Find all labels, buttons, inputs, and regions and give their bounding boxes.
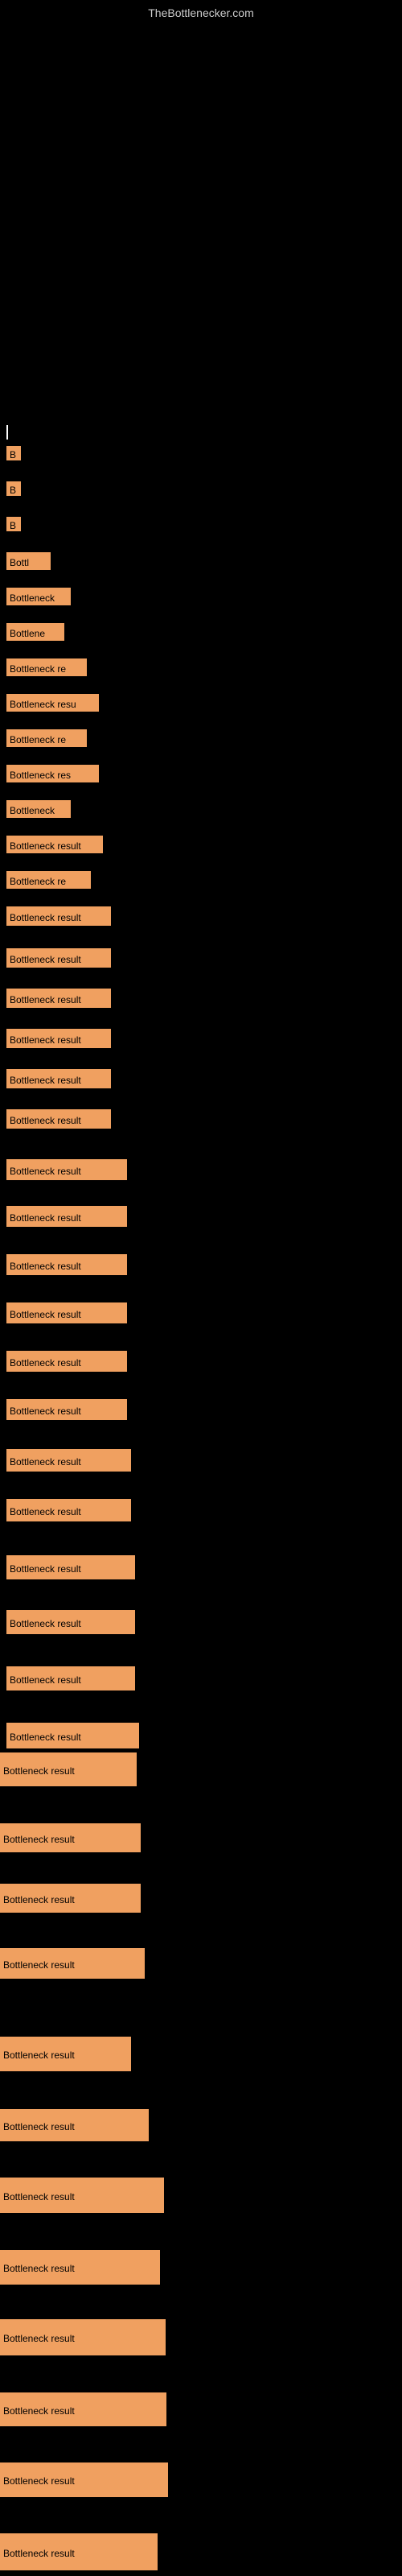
bottleneck-result-item[interactable]: Bottleneck result xyxy=(6,1302,127,1323)
bottleneck-result-item[interactable]: Bottleneck result xyxy=(6,1399,127,1420)
bottleneck-result-item[interactable]: Bottleneck result xyxy=(0,2533,158,2570)
bottleneck-result-item[interactable]: Bottleneck result xyxy=(6,1109,111,1129)
bottleneck-result-item[interactable]: Bottleneck result xyxy=(0,2392,166,2426)
bottleneck-result-item[interactable]: Bottleneck result xyxy=(0,2319,166,2355)
bottleneck-result-item[interactable]: Bottleneck result xyxy=(6,1069,111,1088)
bottleneck-result-item[interactable]: Bottleneck result xyxy=(0,1752,137,1786)
bottleneck-result-item[interactable]: Bottleneck result xyxy=(6,1499,131,1521)
bottleneck-result-item[interactable]: B xyxy=(6,517,21,531)
bottleneck-result-item[interactable]: Bottleneck result xyxy=(0,2178,164,2213)
site-title: TheBottlenecker.com xyxy=(148,6,254,19)
bottleneck-result-item[interactable]: Bottleneck result xyxy=(6,1159,127,1180)
bottleneck-result-item[interactable]: Bottleneck re xyxy=(6,658,87,676)
bottleneck-result-item[interactable]: Bottleneck result xyxy=(6,1254,127,1275)
bottleneck-result-item[interactable]: B xyxy=(6,446,21,460)
bottleneck-result-item[interactable]: Bottleneck result xyxy=(6,1029,111,1048)
bottleneck-result-item[interactable]: Bottleneck resu xyxy=(6,694,99,712)
bottleneck-result-item[interactable]: B xyxy=(6,481,21,496)
bottleneck-result-item[interactable]: Bottleneck xyxy=(6,588,71,605)
bottleneck-result-item[interactable]: Bottleneck result xyxy=(6,1666,135,1690)
cursor-line xyxy=(6,425,8,440)
bottleneck-result-item[interactable]: Bottleneck re xyxy=(6,871,91,889)
bottleneck-result-item[interactable]: Bottleneck result xyxy=(6,836,103,853)
bottleneck-result-item[interactable]: Bottleneck result xyxy=(6,989,111,1008)
bottleneck-result-item[interactable]: Bottleneck result xyxy=(0,1823,141,1852)
bottleneck-result-item[interactable]: Bottleneck result xyxy=(0,2250,160,2285)
bottleneck-result-item[interactable]: Bottleneck result xyxy=(6,906,111,926)
bottleneck-result-item[interactable]: Bottleneck result xyxy=(6,1610,135,1634)
bottleneck-result-item[interactable]: Bottlene xyxy=(6,623,64,641)
bottleneck-result-item[interactable]: Bottleneck result xyxy=(0,1884,141,1913)
bottleneck-result-item[interactable]: Bottleneck result xyxy=(6,1206,127,1227)
bottleneck-result-item[interactable]: Bottleneck xyxy=(6,800,71,818)
bottleneck-result-item[interactable]: Bottleneck result xyxy=(6,948,111,968)
bottleneck-result-item[interactable]: Bottleneck res xyxy=(6,765,99,782)
bottleneck-result-item[interactable]: Bottleneck result xyxy=(6,1351,127,1372)
bottleneck-result-item[interactable]: Bottleneck result xyxy=(0,2462,168,2497)
bottleneck-result-item[interactable]: Bottleneck result xyxy=(0,2037,131,2071)
bottleneck-result-item[interactable]: Bottleneck result xyxy=(6,1555,135,1579)
bottleneck-result-item[interactable]: Bottleneck result xyxy=(6,1723,139,1748)
bottleneck-result-item[interactable]: Bottleneck result xyxy=(0,1948,145,1979)
bottleneck-result-item[interactable]: Bottl xyxy=(6,552,51,570)
bottleneck-result-item[interactable]: Bottleneck result xyxy=(0,2109,149,2141)
bottleneck-result-item[interactable]: Bottleneck result xyxy=(6,1449,131,1472)
bottleneck-result-item[interactable]: Bottleneck re xyxy=(6,729,87,747)
